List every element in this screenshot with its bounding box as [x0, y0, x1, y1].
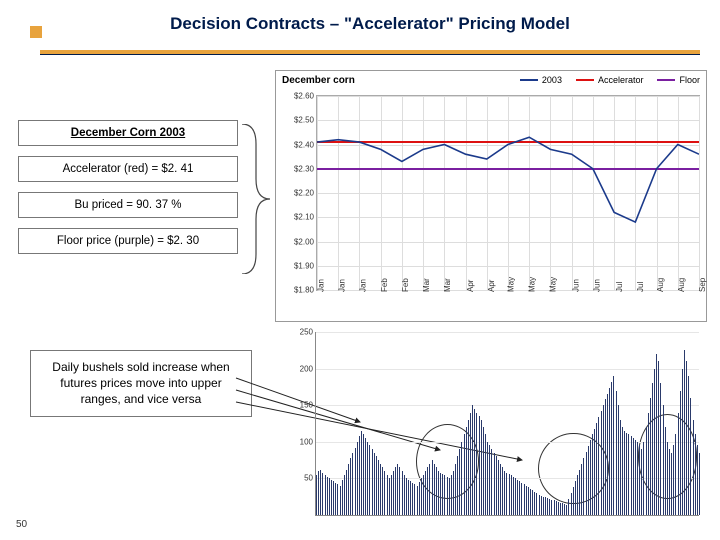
callout-accelerator: Accelerator (red) = $2. 41 [18, 156, 238, 182]
callout-floor: Floor price (purple) = $2. 30 [18, 228, 238, 254]
legend-2003: 2003 [520, 75, 562, 85]
curly-brace-icon [238, 124, 272, 274]
callout-explanation: Daily bushels sold increase when futures… [30, 350, 252, 417]
callout-heading: December Corn 2003 [18, 120, 238, 146]
chart-price-title: December corn [282, 75, 355, 86]
chart-bushels: 50100150200250 [275, 328, 705, 528]
legend-accelerator: Accelerator [576, 75, 644, 85]
swatch [657, 79, 675, 81]
callout-bu-priced: Bu priced = 90. 37 % [18, 192, 238, 218]
chart-price: December corn 2003 Accelerator Floor $1.… [275, 70, 707, 322]
callout-stack: December Corn 2003 Accelerator (red) = $… [18, 120, 238, 264]
page-number: 50 [16, 519, 27, 530]
chart-price-legend: 2003 Accelerator Floor [520, 75, 700, 85]
slide-title: Decision Contracts – "Accelerator" Prici… [40, 14, 700, 34]
title-underline [40, 50, 700, 56]
legend-floor: Floor [657, 75, 700, 85]
swatch [520, 79, 538, 81]
swatch [576, 79, 594, 81]
